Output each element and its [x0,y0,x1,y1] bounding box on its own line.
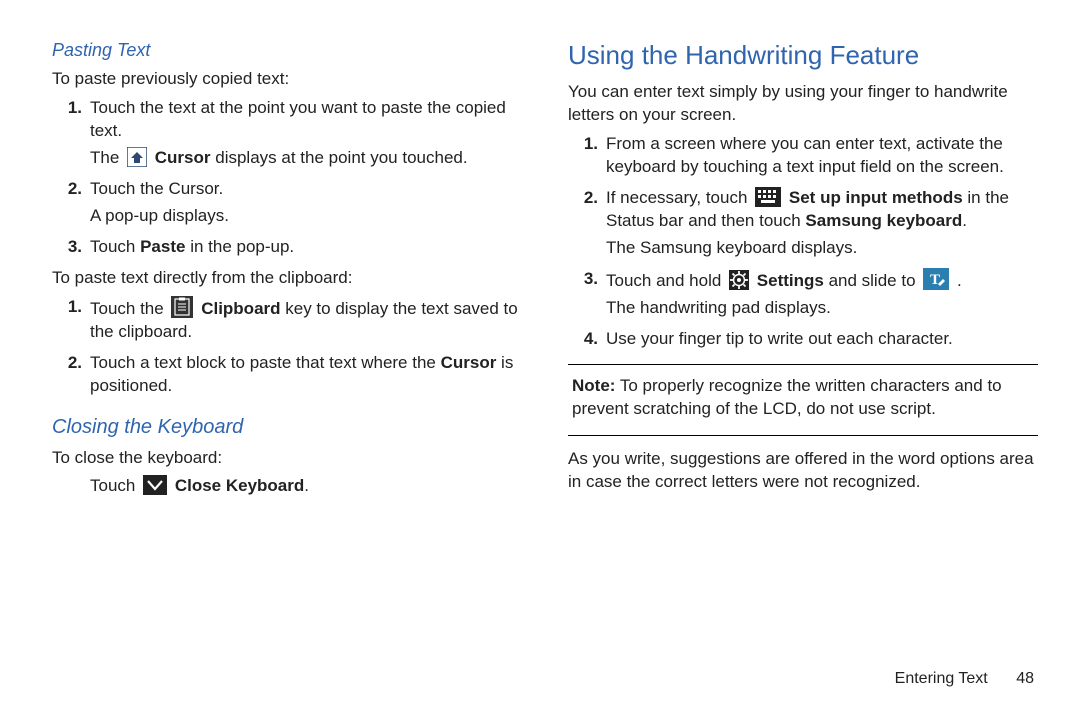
pasting-steps: 1. Touch the text at the point you want … [52,97,522,259]
heading-handwriting: Using the Handwriting Feature [568,38,1038,73]
closing-intro: To close the keyboard: [52,447,522,470]
footer-section: Entering Text [895,670,988,687]
step-3: 3. Touch Paste in the pop-up. [90,236,522,259]
pasting-intro: To paste previously copied text: [52,68,522,91]
close-line: Touch Close Keyboard. [52,475,522,498]
clip-step-2: 2. Touch a text block to paste that text… [90,352,522,398]
right-column: Using the Handwriting Feature You can en… [568,38,1038,498]
chevron-down-icon [143,475,167,495]
handwriting-steps: 1. From a screen where you can enter tex… [568,133,1038,351]
hw-step-3: 3. Touch and hold Settings and slide to … [606,268,1038,320]
clipboard-intro: To paste text directly from the clipboar… [52,267,522,290]
handwriting-intro: You can enter text simply by using your … [568,81,1038,127]
clipboard-icon [171,296,193,318]
svg-text:T: T [930,272,940,288]
step-1-text: Touch the text at the point you want to … [90,98,506,140]
heading-pasting-text: Pasting Text [52,38,522,62]
suggestions-paragraph: As you write, suggestions are offered in… [568,448,1038,494]
step-1: 1. Touch the text at the point you want … [90,97,522,170]
hw-step-2: 2. If necessary, touch Set up input meth… [606,187,1038,260]
divider-bottom [568,435,1038,436]
footer-page-number: 48 [1016,670,1034,687]
divider-top [568,364,1038,365]
left-column: Pasting Text To paste previously copied … [52,38,522,498]
keyboard-icon [755,187,781,207]
note: Note: To properly recognize the written … [568,375,1038,421]
gear-icon [729,270,749,290]
cursor-icon [127,147,147,167]
hw-step-4: 4. Use your finger tip to write out each… [606,328,1038,351]
heading-closing-keyboard: Closing the Keyboard [52,414,522,441]
step-2: 2. Touch the Cursor. A pop-up displays. [90,178,522,228]
page-footer: Entering Text 48 [895,668,1034,690]
clip-step-1: 1. Touch the Clipboard key to display th… [90,296,522,344]
clipboard-steps: 1. Touch the Clipboard key to display th… [52,296,522,398]
hw-step-1: 1. From a screen where you can enter tex… [606,133,1038,179]
step-1-sub: The Cursor displays at the point you tou… [90,147,522,170]
handwriting-t-icon: T [923,268,949,290]
